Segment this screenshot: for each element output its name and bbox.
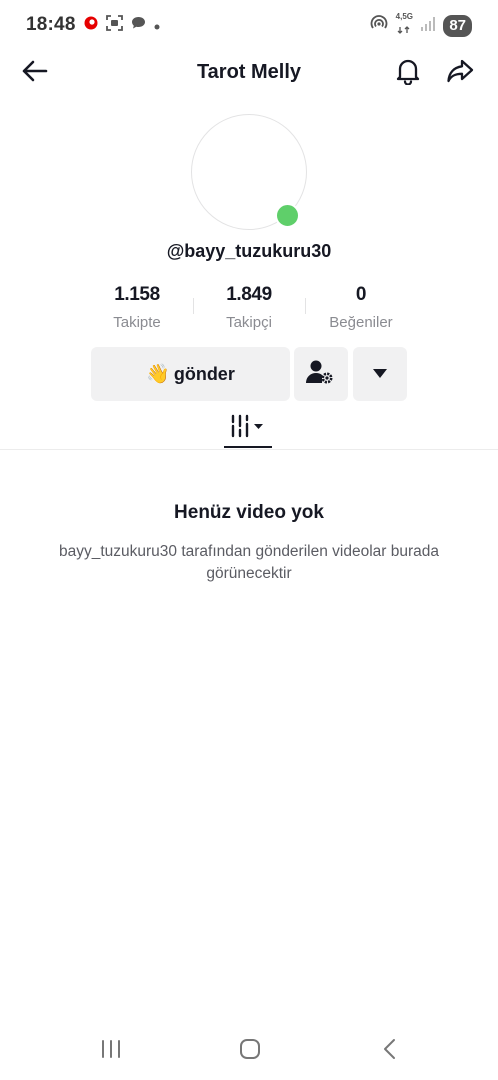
share-button[interactable] (444, 57, 476, 89)
vodafone-icon (84, 16, 98, 35)
stat-following[interactable]: 1.158 Takipte (77, 284, 197, 331)
network-type-icon: 4,5G (395, 13, 413, 39)
stat-likes[interactable]: 0 Beğeniler (301, 284, 421, 331)
notification-bell-button[interactable] (392, 57, 424, 89)
caret-down-icon (373, 365, 387, 383)
online-status-indicator (275, 203, 300, 228)
send-button-label: gönder (173, 363, 235, 384)
recents-button[interactable] (91, 1036, 131, 1066)
likes-label: Beğeniler (329, 314, 393, 331)
tab-videos-filter[interactable] (224, 408, 272, 448)
screenshot-icon (106, 15, 123, 36)
status-time: 18:48 (26, 14, 76, 35)
followers-count: 1.849 (226, 284, 272, 305)
home-icon (239, 1038, 261, 1065)
wave-emoji: 👋 (146, 364, 170, 385)
chat-icon (131, 16, 146, 35)
back-chevron-icon (382, 1038, 398, 1065)
tab-divider (0, 449, 498, 450)
network-label: 4,5G (395, 12, 413, 21)
system-indicators: 4,5G 87 (370, 13, 472, 39)
stat-followers[interactable]: 1.849 Takipçi (189, 284, 309, 331)
back-nav-button[interactable] (370, 1036, 410, 1066)
empty-state-description: bayy_tuzukuru30 tarafından gönderilen vi… (58, 543, 439, 582)
send-wave-button[interactable]: 👋 gönder (91, 347, 290, 401)
status-bar: 18:48 4,5G 87 (0, 0, 498, 50)
following-label: Takipte (113, 314, 161, 331)
tab-active-indicator (224, 446, 272, 448)
empty-state-title: Henüz video yok (174, 502, 324, 523)
filter-sort-icon (230, 414, 266, 443)
more-options-button[interactable] (353, 347, 407, 401)
notification-icons (84, 15, 160, 36)
signal-icon (420, 16, 436, 37)
followers-label: Takipçi (226, 314, 272, 331)
following-count: 1.158 (114, 284, 160, 305)
profile-header: Tarot Melly (0, 48, 498, 98)
add-friend-button[interactable] (294, 347, 348, 401)
hotspot-icon (370, 14, 388, 38)
recents-icon (100, 1039, 122, 1064)
bell-icon (395, 57, 421, 90)
likes-count: 0 (355, 284, 367, 305)
dot-icon (154, 17, 160, 35)
home-button[interactable] (230, 1036, 270, 1066)
profile-username: @bayy_tuzukuru30 (166, 241, 332, 261)
system-navigation-bar (0, 1024, 498, 1080)
share-arrow-icon (446, 58, 474, 89)
battery-indicator: 87 (443, 15, 472, 37)
person-settings-icon (306, 358, 336, 391)
